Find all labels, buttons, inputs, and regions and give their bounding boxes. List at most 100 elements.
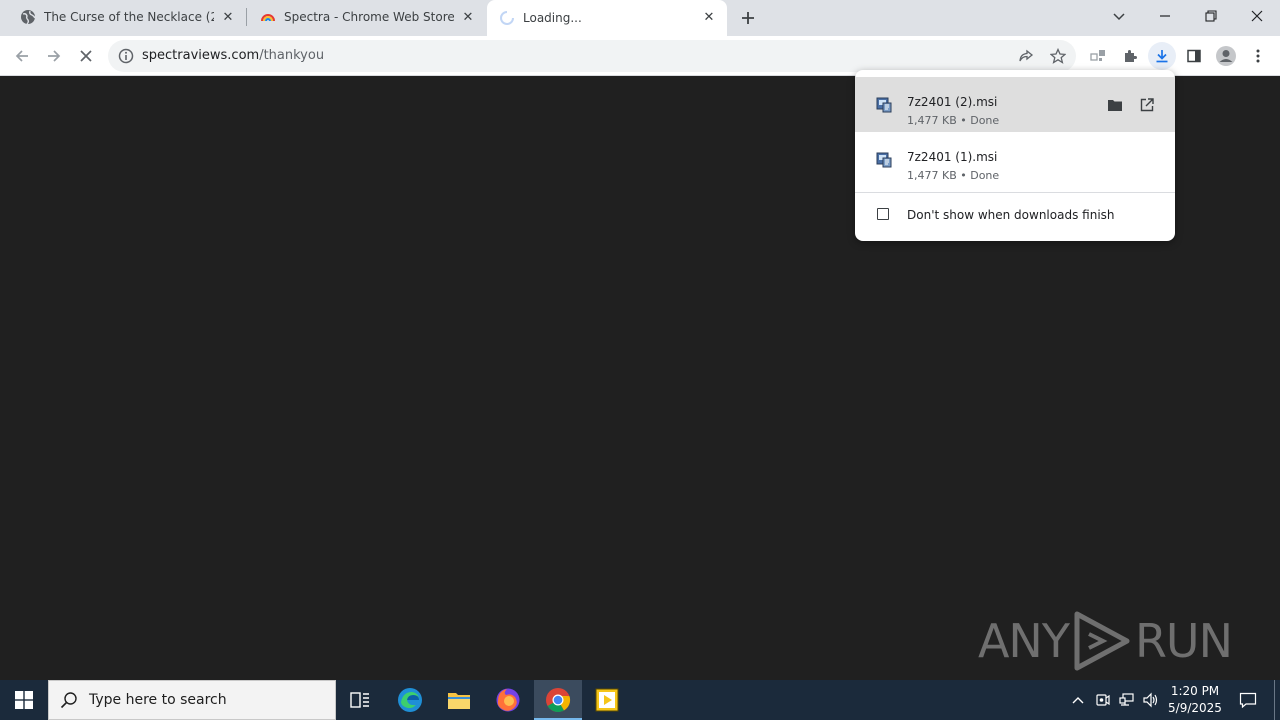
tab-search-button[interactable] bbox=[1096, 0, 1142, 32]
msi-installer-icon bbox=[876, 97, 892, 113]
msi-installer-icon bbox=[876, 152, 892, 168]
chrome-icon bbox=[546, 688, 571, 713]
media-player-app[interactable] bbox=[583, 680, 631, 720]
firefox-app[interactable] bbox=[484, 680, 532, 720]
close-window-button[interactable] bbox=[1234, 0, 1280, 32]
tab-separator bbox=[246, 8, 247, 26]
network-button[interactable] bbox=[1116, 680, 1138, 720]
kebab-menu-icon bbox=[1256, 49, 1260, 63]
dont-show-checkbox-label[interactable]: Don't show when downloads finish bbox=[907, 208, 1115, 222]
notifications-button[interactable] bbox=[1234, 680, 1262, 720]
open-external-icon bbox=[1140, 98, 1154, 112]
stop-icon bbox=[80, 50, 92, 62]
arrow-right-icon bbox=[48, 50, 61, 62]
show-hidden-icons-button[interactable] bbox=[1068, 680, 1088, 720]
tab-curse-of-the-necklace[interactable]: The Curse of the Necklace (2024) ✕ bbox=[8, 0, 246, 34]
avatar-icon bbox=[1216, 46, 1236, 66]
info-icon[interactable] bbox=[118, 48, 134, 64]
speaker-icon bbox=[1143, 692, 1158, 708]
star-icon bbox=[1050, 48, 1066, 64]
windows-taskbar: Type here to search 1:20 PM 5/9/2025 bbox=[0, 680, 1280, 720]
file-explorer-app[interactable] bbox=[435, 680, 483, 720]
show-desktop-button[interactable] bbox=[1274, 680, 1280, 720]
anyrun-watermark: ANY RUN bbox=[977, 610, 1233, 672]
puzzle-icon bbox=[1125, 50, 1137, 62]
download-filename: 7z2401 (1).msi bbox=[907, 150, 998, 164]
chevron-up-icon bbox=[1072, 697, 1084, 704]
extension-button[interactable] bbox=[1084, 42, 1112, 70]
side-panel-icon bbox=[1187, 49, 1201, 63]
watermark-left-text: ANY bbox=[977, 614, 1070, 668]
download-status: 1,477 KB • Done bbox=[907, 114, 1000, 127]
tab-strip: The Curse of the Necklace (2024) ✕ Spect… bbox=[0, 0, 1280, 36]
divider bbox=[855, 192, 1175, 193]
network-icon bbox=[1119, 693, 1134, 706]
minimize-button[interactable] bbox=[1142, 0, 1188, 32]
globe-icon bbox=[20, 9, 36, 25]
folder-icon bbox=[448, 693, 470, 709]
restore-button[interactable] bbox=[1188, 0, 1234, 32]
search-icon bbox=[49, 680, 89, 720]
watermark-right-text: RUN bbox=[1134, 614, 1233, 668]
notification-icon bbox=[1239, 692, 1257, 708]
close-icon[interactable]: ✕ bbox=[701, 9, 717, 25]
tab-title: Spectra - Chrome Web Store bbox=[284, 10, 454, 24]
task-view-button[interactable] bbox=[336, 680, 384, 720]
start-button[interactable] bbox=[0, 680, 48, 720]
downloads-bubble: 7z2401 (2).msi 1,477 KB • Done 7z2401 (1… bbox=[855, 70, 1175, 241]
download-filename: 7z2401 (2).msi bbox=[907, 95, 998, 109]
new-tab-button[interactable] bbox=[735, 5, 761, 31]
window-grid-icon bbox=[1090, 50, 1105, 61]
restore-icon bbox=[1205, 10, 1217, 22]
close-icon[interactable]: ✕ bbox=[220, 9, 236, 25]
chrome-app[interactable] bbox=[534, 680, 582, 720]
close-icon[interactable]: ✕ bbox=[460, 9, 476, 25]
open-file-button[interactable] bbox=[1137, 95, 1157, 115]
taskbar-search-box[interactable]: Type here to search bbox=[48, 680, 336, 720]
edge-icon bbox=[398, 688, 422, 712]
media-player-icon bbox=[595, 688, 619, 712]
url-host: spectraviews.com bbox=[142, 48, 260, 63]
search-placeholder: Type here to search bbox=[89, 692, 227, 708]
downloads-button[interactable] bbox=[1148, 42, 1176, 70]
edge-app[interactable] bbox=[386, 680, 434, 720]
menu-button[interactable] bbox=[1244, 42, 1272, 70]
clock[interactable]: 1:20 PM 5/9/2025 bbox=[1160, 683, 1230, 717]
arrow-left-icon bbox=[15, 50, 28, 62]
loading-spinner-icon bbox=[499, 10, 515, 26]
play-triangle-icon bbox=[1074, 611, 1130, 671]
chevron-down-icon bbox=[1113, 13, 1125, 21]
side-panel-button[interactable] bbox=[1180, 42, 1208, 70]
folder-icon bbox=[1108, 100, 1122, 111]
tab-spectra-chrome-web-store[interactable]: Spectra - Chrome Web Store ✕ bbox=[248, 0, 486, 34]
tab-loading[interactable]: Loading... ✕ bbox=[487, 0, 727, 36]
back-button[interactable] bbox=[8, 42, 36, 70]
share-icon bbox=[1019, 49, 1034, 62]
clock-date: 5/9/2025 bbox=[1168, 701, 1222, 715]
download-item[interactable]: 7z2401 (2).msi 1,477 KB • Done bbox=[855, 77, 1175, 132]
show-in-folder-button[interactable] bbox=[1105, 95, 1125, 115]
tab-title: Loading... bbox=[523, 11, 582, 25]
firefox-icon bbox=[496, 688, 520, 712]
stop-loading-button[interactable] bbox=[72, 42, 100, 70]
meet-now-button[interactable] bbox=[1092, 680, 1114, 720]
rainbow-icon bbox=[260, 9, 276, 25]
dont-show-checkbox[interactable] bbox=[877, 208, 889, 220]
tab-title: The Curse of the Necklace (2024) bbox=[44, 10, 214, 24]
address-bar[interactable]: spectraviews.com/thankyou bbox=[108, 40, 1076, 72]
minimize-icon bbox=[1160, 15, 1170, 17]
forward-button[interactable] bbox=[40, 42, 68, 70]
download-status: 1,477 KB • Done bbox=[907, 169, 1000, 182]
bookmark-button[interactable] bbox=[1044, 42, 1072, 70]
download-icon bbox=[1156, 50, 1168, 63]
plus-icon bbox=[742, 12, 754, 24]
volume-button[interactable] bbox=[1140, 680, 1162, 720]
profile-button[interactable] bbox=[1212, 42, 1240, 70]
task-view-icon bbox=[350, 692, 369, 708]
share-button[interactable] bbox=[1012, 42, 1040, 70]
url-path: /thankyou bbox=[259, 48, 325, 63]
extensions-button[interactable] bbox=[1116, 42, 1144, 70]
download-item[interactable]: 7z2401 (1).msi 1,477 KB • Done bbox=[855, 132, 1175, 187]
url-text[interactable]: spectraviews.com/thankyou bbox=[142, 48, 324, 63]
clock-time: 1:20 PM bbox=[1170, 684, 1220, 698]
